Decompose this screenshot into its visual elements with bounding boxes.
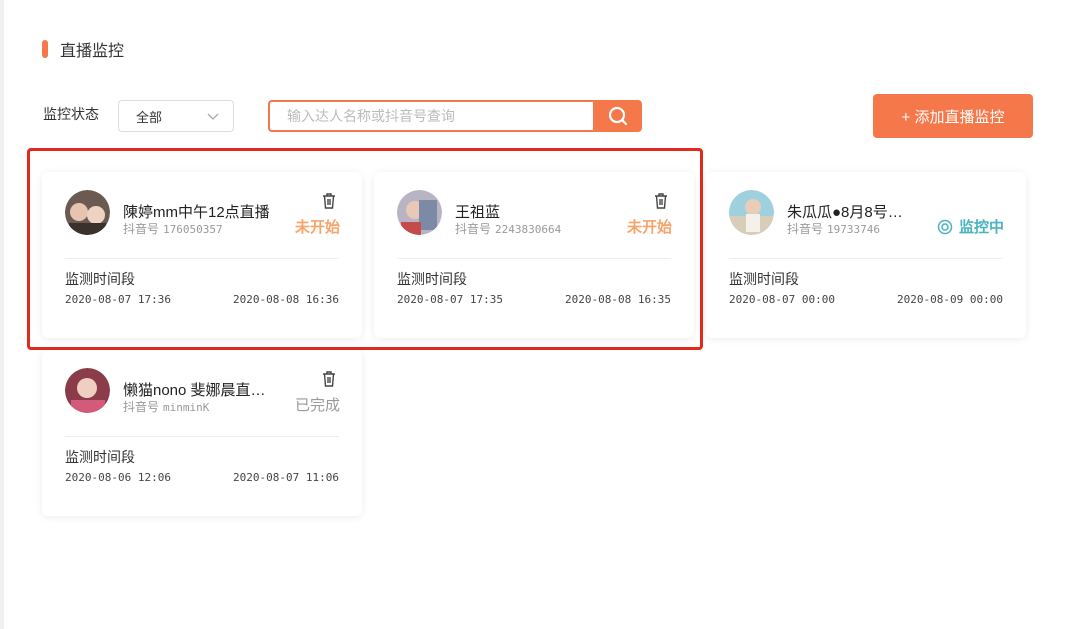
douyin-id: 抖音号 19733746 [787,222,880,236]
add-monitor-button[interactable]: + 添加直播监控 [873,94,1033,138]
avatar [729,190,774,235]
search-input[interactable] [268,100,593,132]
title-accent-bar [42,40,48,58]
status-select-value: 全部 [136,109,163,125]
douyin-id: 抖音号 minminK [123,400,210,414]
delete-icon[interactable] [320,370,338,388]
monitor-card[interactable]: 懒猫nono 斐娜晨直… 抖音号 minminK 已完成 监测时间段 2020-0… [42,350,362,516]
period-end: 2020-08-07 11:06 [233,471,339,484]
search-button[interactable] [593,100,642,132]
period-start: 2020-08-06 12:06 [65,471,171,484]
status-filter-label: 监控状态 [43,106,99,122]
search-box [268,100,642,132]
monitoring-icon [937,219,953,234]
section-header: 直播监控 [42,37,124,61]
chevron-down-icon [207,113,219,120]
status-select[interactable]: 全部 [118,100,234,132]
period-start: 2020-08-07 00:00 [729,293,835,306]
divider [729,258,1003,259]
page: 直播监控 监控状态 全部 + 添加直播监控 陳婷mm中午12点直播 抖音号176… [4,0,1080,629]
search-icon [608,106,627,126]
monitor-card[interactable]: 朱瓜瓜●8月8号… 抖音号 19733746 监控中 监测时间段 2020-08-… [706,172,1026,338]
page-title: 直播监控 [60,41,125,60]
period-label: 监测时间段 [729,271,799,287]
streamer-name: 朱瓜瓜●8月8号… [787,204,903,221]
status-badge: 监控中 [937,216,1004,237]
divider [65,436,339,437]
highlight-box [27,148,703,350]
period-label: 监测时间段 [65,449,135,465]
status-badge: 已完成 [294,397,340,414]
period-end: 2020-08-09 00:00 [897,293,1003,306]
avatar [65,368,110,413]
streamer-name: 懒猫nono 斐娜晨直… [123,382,266,399]
